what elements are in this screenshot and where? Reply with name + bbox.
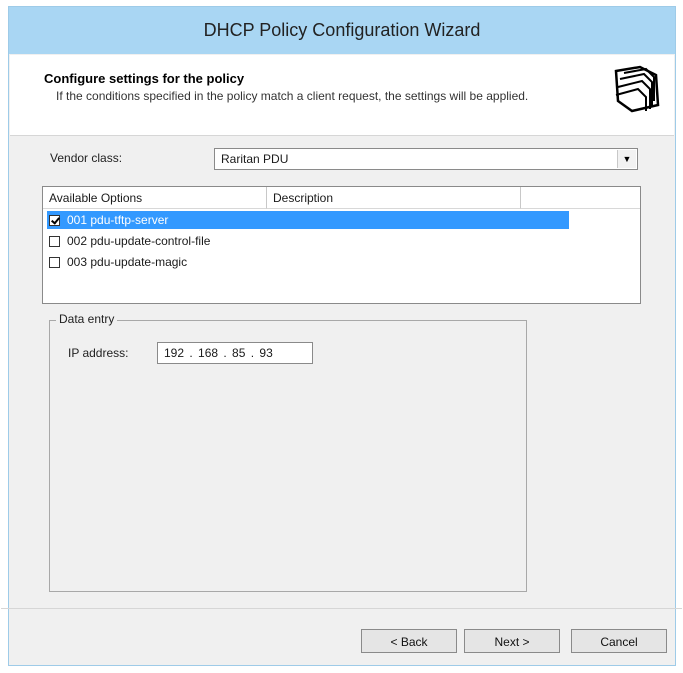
window-title: DHCP Policy Configuration Wizard — [9, 7, 675, 54]
ip-address-input[interactable]: 192 . 168 . 85 . 93 — [157, 342, 313, 364]
folders-icon — [610, 61, 664, 117]
checkbox[interactable] — [49, 256, 60, 268]
option-label: 002 pdu-update-control-file — [67, 234, 211, 248]
wizard-header: Configure settings for the policy If the… — [10, 55, 674, 136]
column-header-available-options[interactable]: Available Options — [43, 187, 267, 209]
column-header-description[interactable]: Description — [267, 187, 521, 209]
header-subtitle: If the conditions specified in the polic… — [56, 89, 529, 103]
list-item[interactable]: 003 pdu-update-magic — [49, 252, 191, 272]
checkbox-checked[interactable] — [49, 214, 60, 226]
back-button[interactable]: < Back — [361, 629, 457, 653]
option-label: 003 pdu-update-magic — [67, 255, 188, 269]
header-title: Configure settings for the policy — [44, 71, 245, 86]
chevron-down-icon[interactable]: ▼ — [617, 150, 636, 168]
vendor-class-value: Raritan PDU — [221, 152, 289, 166]
list-item[interactable]: 001 pdu-tftp-server — [49, 210, 173, 230]
checkbox[interactable] — [49, 235, 60, 247]
next-button[interactable]: Next > — [464, 629, 560, 653]
data-entry-legend: Data entry — [56, 312, 118, 326]
options-list[interactable]: Available Options Description 001 pdu-tf… — [42, 186, 641, 304]
vendor-class-select[interactable]: Raritan PDU ▼ — [214, 148, 638, 170]
vendor-class-label: Vendor class: — [50, 151, 123, 165]
list-item[interactable]: 002 pdu-update-control-file — [49, 231, 214, 251]
cancel-button[interactable]: Cancel — [571, 629, 667, 653]
column-header-blank — [521, 187, 640, 209]
option-label: 001 pdu-tftp-server — [63, 211, 173, 229]
footer-divider — [1, 608, 682, 609]
ip-address-label: IP address: — [68, 346, 129, 360]
